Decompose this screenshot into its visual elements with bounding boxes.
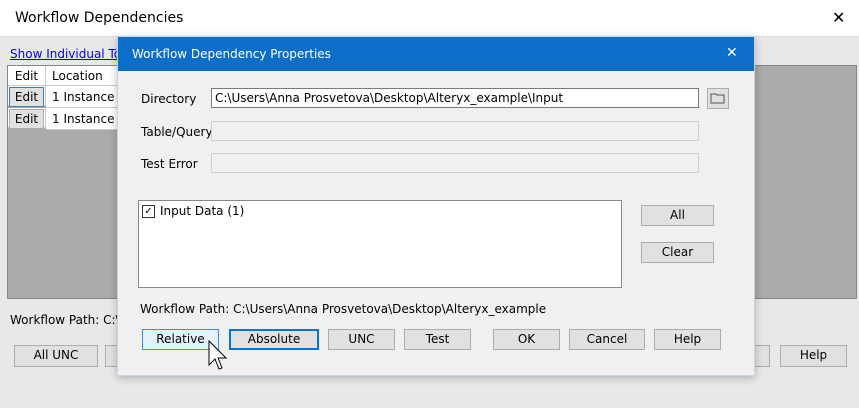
close-icon[interactable]: ✕ xyxy=(726,45,738,61)
table-query-label: Table/Query xyxy=(141,125,213,139)
clear-button[interactable]: Clear xyxy=(641,242,714,263)
absolute-button[interactable]: Absolute xyxy=(229,329,319,350)
mouse-cursor-icon xyxy=(208,340,228,370)
dialog-title: Workflow Dependency Properties xyxy=(132,47,331,61)
edit-button[interactable]: Edit xyxy=(9,109,44,129)
close-icon[interactable]: ✕ xyxy=(832,8,845,27)
window-title: Workflow Dependencies xyxy=(15,10,184,26)
list-item-label: Input Data (1) xyxy=(160,204,245,218)
all-unc-button[interactable]: All UNC xyxy=(14,345,98,367)
window-title-bar: Workflow Dependencies ✕ xyxy=(0,0,859,37)
dialog-workflow-path: Workflow Path: C:\Users\Anna Prosvetova\… xyxy=(140,302,547,316)
ok-button[interactable]: OK xyxy=(493,329,560,350)
help-button[interactable]: Help xyxy=(654,329,721,350)
browse-folder-button[interactable] xyxy=(707,88,729,109)
test-error-label: Test Error xyxy=(141,157,198,171)
dialog-title-bar: Workflow Dependency Properties ✕ xyxy=(118,37,754,71)
help-button[interactable]: Help xyxy=(780,345,847,367)
column-header-edit: Edit xyxy=(8,66,46,86)
all-button[interactable]: All xyxy=(641,205,714,226)
directory-input[interactable]: C:\Users\Anna Prosvetova\Desktop\Alteryx… xyxy=(211,88,699,108)
test-button[interactable]: Test xyxy=(404,329,471,350)
cancel-button[interactable]: Cancel xyxy=(569,329,645,350)
unc-button[interactable]: UNC xyxy=(328,329,395,350)
edit-button[interactable]: Edit xyxy=(9,87,44,107)
folder-icon xyxy=(710,93,725,104)
table-query-input[interactable] xyxy=(211,121,699,141)
tools-listbox[interactable]: ✓ Input Data (1) xyxy=(138,200,622,288)
test-error-input[interactable] xyxy=(211,153,699,173)
directory-label: Directory xyxy=(141,92,197,106)
checkbox-checked[interactable]: ✓ xyxy=(142,204,155,218)
list-item[interactable]: ✓ Input Data (1) xyxy=(142,204,244,218)
workflow-dependency-properties-dialog: Workflow Dependency Properties ✕ Directo… xyxy=(117,36,755,376)
workflow-path-label: Workflow Path: C:\U xyxy=(10,313,129,327)
